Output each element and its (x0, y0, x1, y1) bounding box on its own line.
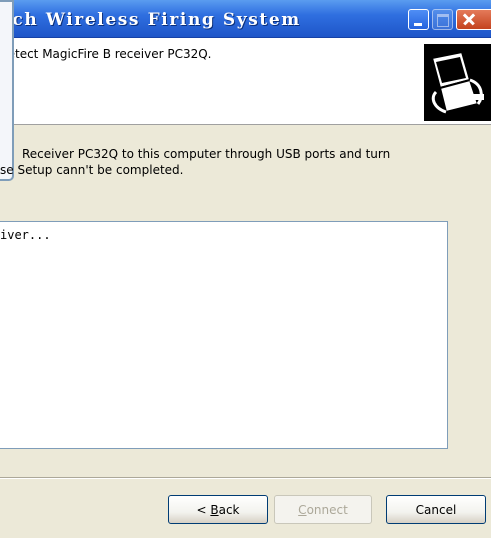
back-button-rest: ack (218, 502, 240, 517)
back-button-accel: B (210, 502, 219, 517)
window-title: ech Wireless Firing System (0, 10, 301, 30)
button-separator (0, 477, 491, 479)
header-message: detect MagicFire B receiver PC32Q. (0, 47, 212, 61)
status-text: iver... (0, 228, 51, 242)
cancel-button[interactable]: Cancel (386, 495, 486, 524)
popup-frame-edge (0, 0, 14, 181)
status-log[interactable]: iver... (0, 221, 448, 449)
minimize-icon[interactable] (408, 9, 429, 30)
back-button[interactable]: < Back (168, 495, 268, 524)
maximize-icon[interactable] (432, 9, 453, 30)
title-bar[interactable]: ech Wireless Firing System (0, 0, 491, 38)
instruction-line-2: se Setup cann't be completed. (0, 163, 184, 177)
back-button-prefix: < (196, 502, 211, 517)
connect-button-accel: C (298, 502, 307, 517)
connect-button[interactable]: Connect (274, 495, 372, 524)
usb-receiver-icon (424, 44, 491, 121)
instruction-line-1: Receiver PC32Q to this computer through … (22, 147, 391, 161)
close-icon[interactable] (456, 9, 491, 30)
connect-button-rest: onnect (306, 502, 348, 517)
